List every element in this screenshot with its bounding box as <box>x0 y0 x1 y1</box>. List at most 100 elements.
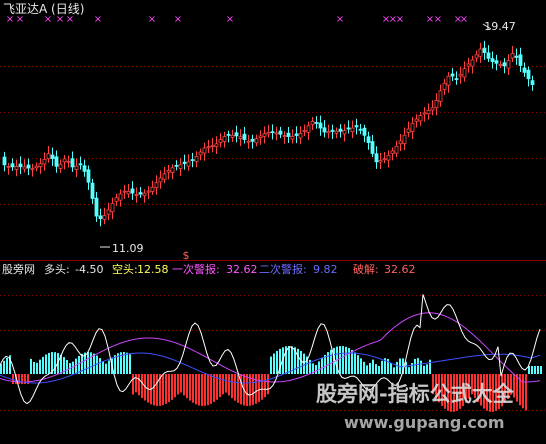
histogram-bar <box>522 374 524 409</box>
candle-body <box>302 130 307 132</box>
histogram-bar <box>534 366 536 374</box>
histogram-bar <box>72 361 74 374</box>
candle-body <box>194 155 199 162</box>
alert-marker: × <box>94 14 102 25</box>
histogram-bar <box>198 374 200 406</box>
candle-body <box>234 132 239 137</box>
histogram-bar <box>189 374 191 401</box>
histogram-bar <box>540 366 542 374</box>
histogram-bar <box>354 352 356 374</box>
histogram-bar <box>219 374 221 398</box>
histogram-bar <box>129 354 131 374</box>
histogram-bar <box>0 364 2 374</box>
candle-body <box>94 197 99 217</box>
candle-body <box>210 145 215 147</box>
candle-body <box>306 125 311 133</box>
candle-body <box>70 158 75 168</box>
legend-value-2: 12.58 <box>137 263 169 276</box>
histogram-bar <box>231 374 233 399</box>
histogram-bar <box>378 365 380 374</box>
candle-body <box>230 134 235 138</box>
candle-body <box>118 193 123 201</box>
candle-body <box>186 161 191 167</box>
histogram-bar <box>213 374 215 403</box>
candle-body <box>318 122 323 129</box>
candle-body <box>206 146 211 149</box>
histogram-bar <box>288 346 290 374</box>
candle-body <box>62 158 67 163</box>
candle-body <box>10 163 15 168</box>
candle-body <box>250 138 255 142</box>
candle-body <box>342 130 347 135</box>
candle-body <box>138 192 143 195</box>
candle-body <box>518 54 523 66</box>
high-price-label: 19.47 <box>484 20 516 33</box>
histogram-bar <box>330 349 332 374</box>
candle-body <box>254 138 259 144</box>
candle-body <box>214 143 219 147</box>
candle-body <box>126 190 131 195</box>
candle-body <box>494 60 499 64</box>
candle-body <box>322 127 327 133</box>
histogram-bar <box>381 360 383 374</box>
histogram-bar <box>141 374 143 399</box>
candle-body <box>78 163 83 166</box>
candle-body <box>266 132 271 135</box>
histogram-bar <box>156 374 158 406</box>
alert-marker: × <box>434 14 442 25</box>
histogram-bar <box>408 367 410 374</box>
candle-body <box>30 168 35 171</box>
histogram-bar <box>66 359 68 374</box>
histogram-bar <box>345 346 347 374</box>
histogram-bar <box>54 352 56 374</box>
histogram-bar <box>42 356 44 374</box>
candle-body <box>142 192 147 197</box>
candle-body <box>386 154 391 161</box>
histogram-bar <box>246 374 248 406</box>
histogram-bar <box>324 354 326 374</box>
histogram-bar <box>414 359 416 374</box>
alert-marker: × <box>396 14 404 25</box>
candle-body <box>374 153 379 163</box>
histogram-bar <box>105 363 107 374</box>
candle-body <box>438 90 443 102</box>
candle-body <box>502 62 507 67</box>
candle-body <box>434 100 439 109</box>
candle-body <box>354 125 359 128</box>
alert-marker: × <box>148 14 156 25</box>
legend-label-1: 多头: <box>44 262 70 276</box>
candle-body <box>402 134 407 144</box>
candle-body <box>34 165 39 169</box>
candle-body <box>410 123 415 132</box>
candle-body <box>294 133 299 136</box>
indicator-legend: 股旁网 多头: -4.50 空头: 12.58 一次警报: 32.62 二次警报… <box>2 262 416 276</box>
histogram-bar <box>174 374 176 398</box>
candle-body <box>198 151 203 156</box>
candle-body <box>474 54 479 59</box>
candle-body <box>122 190 127 193</box>
alert-marker: × <box>174 14 182 25</box>
histogram-bar <box>87 352 89 374</box>
candle-body <box>382 158 387 161</box>
histogram-bar <box>6 357 8 374</box>
histogram-bar <box>351 349 353 374</box>
candle-body <box>350 127 355 133</box>
histogram-bar <box>429 359 431 374</box>
histogram-bar <box>195 374 197 405</box>
histogram-bar <box>138 374 140 396</box>
candle-body <box>446 75 451 86</box>
candle-body <box>146 190 151 193</box>
candle-body <box>190 159 195 161</box>
legend-label-2: 空头: <box>112 262 138 276</box>
candle-body <box>162 173 167 180</box>
candle-body <box>270 131 275 134</box>
histogram-bar <box>273 353 275 374</box>
histogram-bar <box>183 374 185 396</box>
candle-body <box>18 163 23 168</box>
alert-marker: × <box>336 14 344 25</box>
legend-value-4: 9.82 <box>313 263 338 276</box>
histogram-bar <box>396 361 398 374</box>
candle-body <box>378 160 383 163</box>
candle-body <box>58 163 63 169</box>
histogram-bar <box>180 374 182 393</box>
